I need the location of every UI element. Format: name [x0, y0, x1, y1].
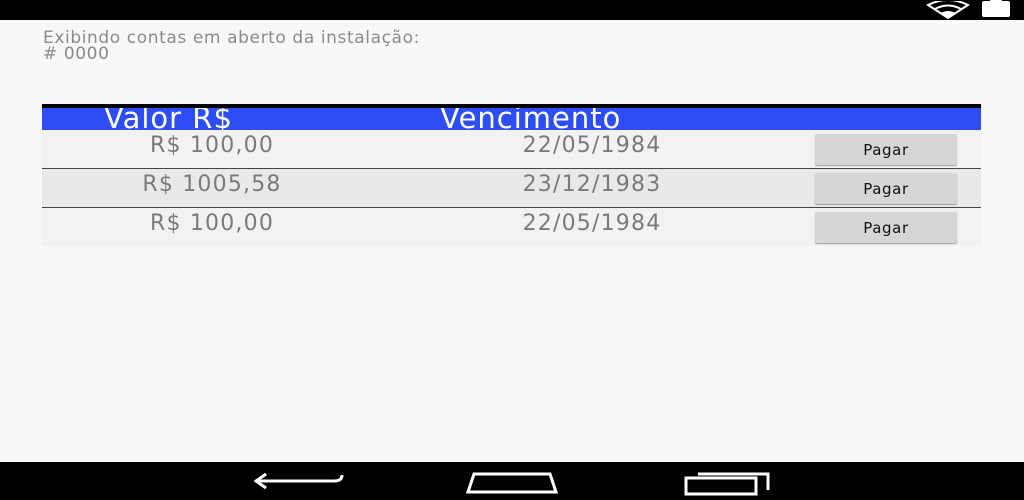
bill-value: R$ 1005,58 — [142, 172, 282, 197]
pay-button[interactable]: Pagar — [815, 212, 957, 243]
navigation-bar — [0, 462, 1024, 500]
recent-apps-icon[interactable] — [682, 468, 774, 496]
wifi-icon — [926, 1, 970, 19]
pay-button[interactable]: Pagar — [815, 134, 957, 165]
bill-value: R$ 100,00 — [149, 211, 275, 236]
info-line: Exibindo contas em aberto da instalação: — [43, 28, 420, 48]
column-header-vencimento: Vencimento — [440, 108, 622, 130]
battery-icon — [982, 0, 1010, 17]
table-header: Valor R$ Vencimento — [42, 108, 981, 130]
installation-info: Exibindo contas em aberto da instalação:… — [43, 28, 803, 64]
bill-due-date: 22/05/1984 — [522, 211, 662, 236]
status-bar — [0, 0, 1024, 20]
bill-due-date: 23/12/1983 — [522, 172, 662, 197]
home-icon[interactable] — [464, 468, 560, 494]
installation-number: # 0000 — [43, 44, 110, 64]
column-header-valor: Valor R$ — [104, 108, 233, 130]
table-row: R$ 100,00 22/05/1984 Pagar — [42, 208, 981, 246]
table-row: R$ 1005,58 23/12/1983 Pagar — [42, 169, 981, 207]
bill-due-date: 22/05/1984 — [522, 133, 662, 158]
bills-table: Valor R$ Vencimento R$ 100,00 22/05/1984… — [42, 104, 981, 246]
back-icon[interactable] — [254, 468, 346, 494]
main-content: Exibindo contas em aberto da instalação:… — [0, 20, 1024, 462]
table-row: R$ 100,00 22/05/1984 Pagar — [42, 130, 981, 168]
pay-button[interactable]: Pagar — [815, 173, 957, 204]
bill-value: R$ 100,00 — [149, 133, 275, 158]
